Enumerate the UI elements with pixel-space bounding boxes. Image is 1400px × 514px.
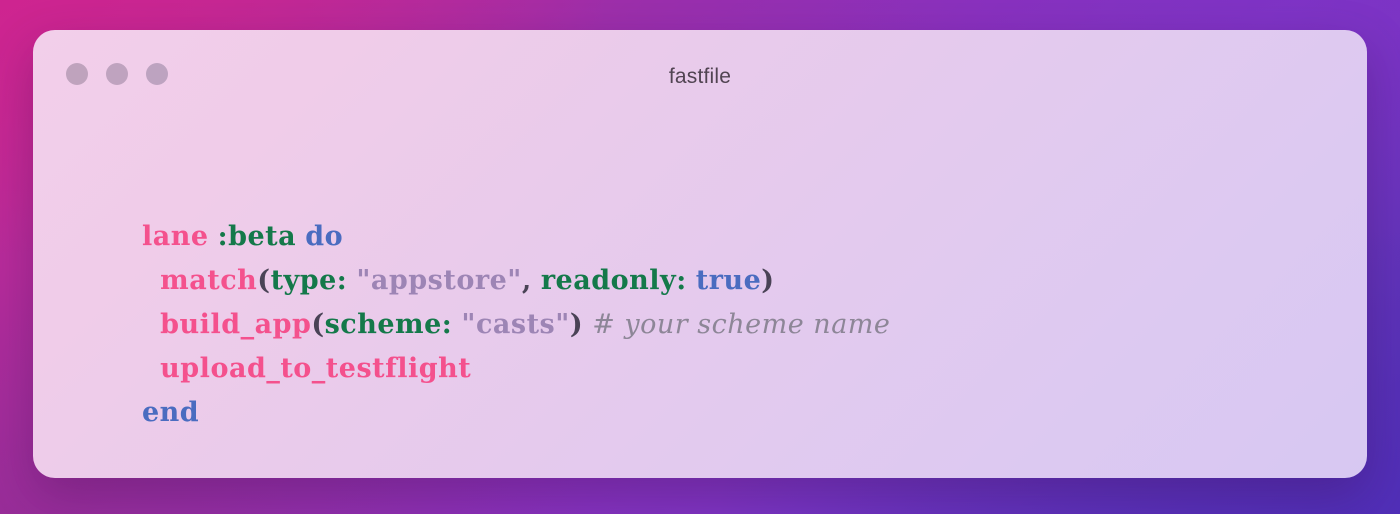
code-token: lane [142, 221, 209, 252]
code-line: end [142, 391, 890, 435]
code-token: do [305, 221, 344, 252]
code-token: build_app [160, 309, 312, 340]
code-token: match [160, 265, 258, 296]
code-token: ) [569, 309, 584, 340]
code-line: lane :beta do [142, 215, 890, 259]
gradient-background: fastfile lane :beta do match(type: "apps… [0, 0, 1400, 514]
code-window: fastfile lane :beta do match(type: "apps… [33, 30, 1367, 478]
code-token: ( [311, 309, 325, 340]
code-line: upload_to_testflight [142, 347, 890, 391]
code-line: build_app(scheme: "casts") # your scheme… [142, 303, 890, 347]
code-token: , [521, 265, 532, 296]
code-token: "appstore" [356, 265, 522, 296]
code-token: scheme: [324, 309, 453, 340]
code-token: upload_to_testflight [160, 353, 472, 384]
code-token: end [142, 397, 200, 428]
code-line: match(type: "appstore", readonly: true) [142, 259, 890, 303]
code-token: :beta [217, 221, 297, 252]
code-token: ( [257, 265, 271, 296]
code-token: readonly: [540, 265, 687, 296]
code-block[interactable]: lane :beta do match(type: "appstore", re… [142, 215, 890, 435]
code-token: ) [761, 265, 775, 296]
window-titlebar: fastfile [33, 30, 1367, 122]
code-token: "casts" [461, 309, 570, 340]
code-token: # your scheme name [592, 309, 891, 340]
code-token: type: [270, 265, 348, 296]
window-title: fastfile [668, 65, 732, 88]
code-token: true [695, 265, 762, 296]
